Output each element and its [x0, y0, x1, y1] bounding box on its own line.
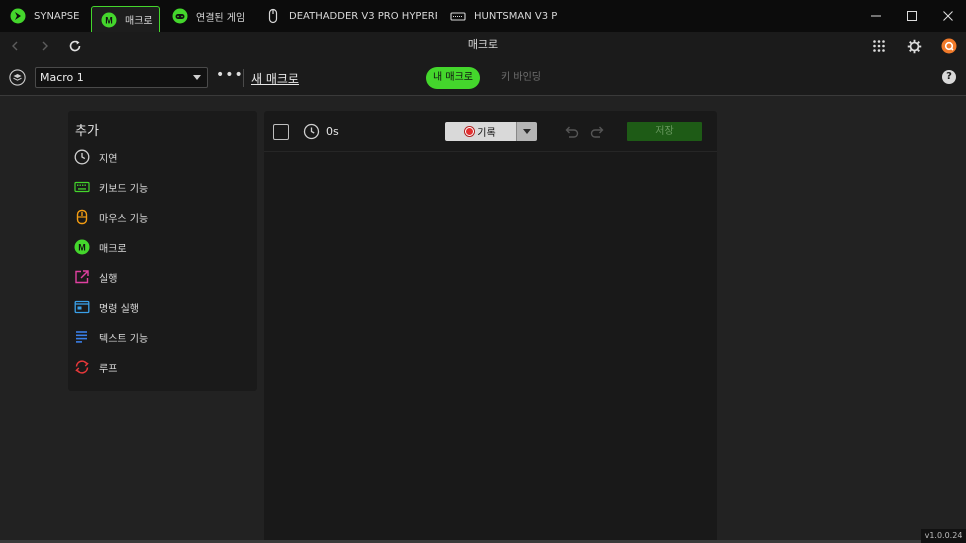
select-all-checkbox[interactable] [273, 124, 289, 140]
add-panel: 추가 지연 키보드 기능 마우스 기능 M 매크로 실행 명령 실행 텍스트 기… [68, 111, 257, 391]
text-icon [74, 329, 90, 345]
chevron-left-icon [12, 41, 18, 51]
undo-button[interactable] [562, 123, 580, 141]
record-button[interactable]: 기록 [445, 122, 516, 141]
redo-button[interactable] [589, 123, 607, 141]
razer-logo-icon [10, 8, 26, 24]
settings-button[interactable] [904, 36, 924, 56]
add-item-label: 실행 [99, 273, 118, 285]
refresh-icon [69, 40, 81, 52]
layers-icon[interactable] [9, 69, 26, 86]
svg-text:M: M [105, 15, 113, 25]
tab-bar: SYNAPSE M 매크로 연결된 게임 DEATHADDER V3 PRO H… [0, 0, 966, 32]
add-item-text[interactable]: 텍스트 기능 [74, 326, 252, 348]
user-avatar[interactable] [939, 36, 959, 56]
add-item-label: 텍스트 기능 [99, 333, 149, 345]
gamepad-icon [172, 8, 188, 24]
undo-icon [565, 126, 579, 138]
add-item-delay[interactable]: 지연 [74, 146, 252, 168]
refresh-button[interactable] [65, 36, 85, 56]
back-button[interactable] [5, 36, 25, 56]
record-label: 기록 [477, 128, 496, 139]
add-item-macro[interactable]: M 매크로 [74, 236, 252, 258]
add-item-label: 지연 [99, 153, 118, 165]
gear-icon [907, 39, 921, 53]
avatar-icon [941, 38, 957, 54]
terminal-icon [74, 299, 90, 315]
record-options-dropdown[interactable] [516, 122, 537, 141]
new-macro-link[interactable]: 새 매크로 [251, 70, 299, 87]
tab-key-binding[interactable]: 키 바인딩 [494, 67, 548, 89]
svg-text:M: M [78, 243, 86, 253]
keyboard-icon [74, 179, 90, 195]
forward-button[interactable] [35, 36, 55, 56]
navigation-row: 매크로 [0, 32, 966, 60]
maximize-icon [907, 11, 917, 21]
tab-huntsman[interactable]: HUNTSMAN V3 PRO [450, 0, 558, 32]
add-item-loop[interactable]: 루프 [74, 356, 252, 378]
keyboard-icon [450, 8, 466, 24]
minimize-icon [871, 15, 881, 17]
mouse-icon [265, 8, 281, 24]
add-item-launch[interactable]: 실행 [74, 266, 252, 288]
macro-event-list[interactable] [264, 153, 717, 543]
help-icon[interactable]: ? [942, 70, 956, 84]
tab-label: SYNAPSE [34, 10, 80, 22]
macro-editor: 0s 기록 저장 [264, 111, 717, 543]
editor-header: 0s 기록 저장 [264, 111, 717, 152]
macro-select-value: Macro 1 [40, 71, 84, 84]
close-button[interactable] [930, 0, 966, 32]
launch-icon [74, 269, 90, 285]
apps-grid-icon [873, 40, 885, 52]
chevron-right-icon [42, 41, 48, 51]
maximize-button[interactable] [894, 0, 930, 32]
macro-m-icon: M [74, 239, 90, 255]
add-item-label: 마우스 기능 [99, 213, 149, 225]
add-item-run-command[interactable]: 명령 실행 [74, 296, 252, 318]
loop-icon [74, 359, 90, 375]
add-item-label: 명령 실행 [99, 303, 139, 315]
add-item-keyboard[interactable]: 키보드 기능 [74, 176, 252, 198]
tab-label: 연결된 게임 [196, 12, 246, 24]
tab-deathadder[interactable]: DEATHADDER V3 PRO HYPERPOLL [265, 0, 437, 32]
clock-icon [74, 149, 90, 165]
tab-my-macros[interactable]: 내 매크로 [426, 67, 480, 89]
clock-icon [303, 123, 320, 140]
add-panel-title: 추가 [75, 124, 99, 139]
more-options-button[interactable]: ••• [216, 68, 243, 88]
macro-m-icon: M [101, 12, 117, 28]
version-label: v1.0.0.24 [921, 529, 966, 543]
tab-label: HUNTSMAN V3 PRO [474, 10, 558, 22]
apps-grid-button[interactable] [869, 36, 889, 56]
add-item-label: 루프 [99, 363, 118, 375]
macro-select-dropdown[interactable]: Macro 1 [35, 67, 208, 88]
macro-toolbar: Macro 1 ••• 새 매크로 내 매크로 키 바인딩 [0, 60, 966, 96]
synapse-app: SYNAPSE M 매크로 연결된 게임 DEATHADDER V3 PRO H… [0, 0, 966, 543]
tab-label: DEATHADDER V3 PRO HYPERPOLL [289, 10, 437, 22]
record-icon [465, 127, 475, 136]
total-duration: 0s [326, 125, 339, 138]
save-button[interactable]: 저장 [627, 122, 702, 141]
tab-macro[interactable]: M 매크로 [91, 6, 160, 32]
tab-label: 매크로 [125, 16, 153, 27]
add-item-label: 매크로 [99, 243, 127, 255]
add-item-label: 키보드 기능 [99, 183, 149, 195]
page-title: 매크로 [467, 38, 499, 51]
add-item-mouse[interactable]: 마우스 기능 [74, 206, 252, 228]
close-icon [943, 11, 953, 21]
chevron-down-icon [193, 75, 201, 80]
toolbar-divider [243, 69, 244, 87]
redo-icon [590, 126, 604, 138]
tab-connected-games[interactable]: 연결된 게임 [172, 0, 258, 32]
mouse-icon [74, 209, 90, 225]
minimize-button[interactable] [858, 0, 894, 32]
tab-synapse[interactable]: SYNAPSE [10, 0, 88, 32]
